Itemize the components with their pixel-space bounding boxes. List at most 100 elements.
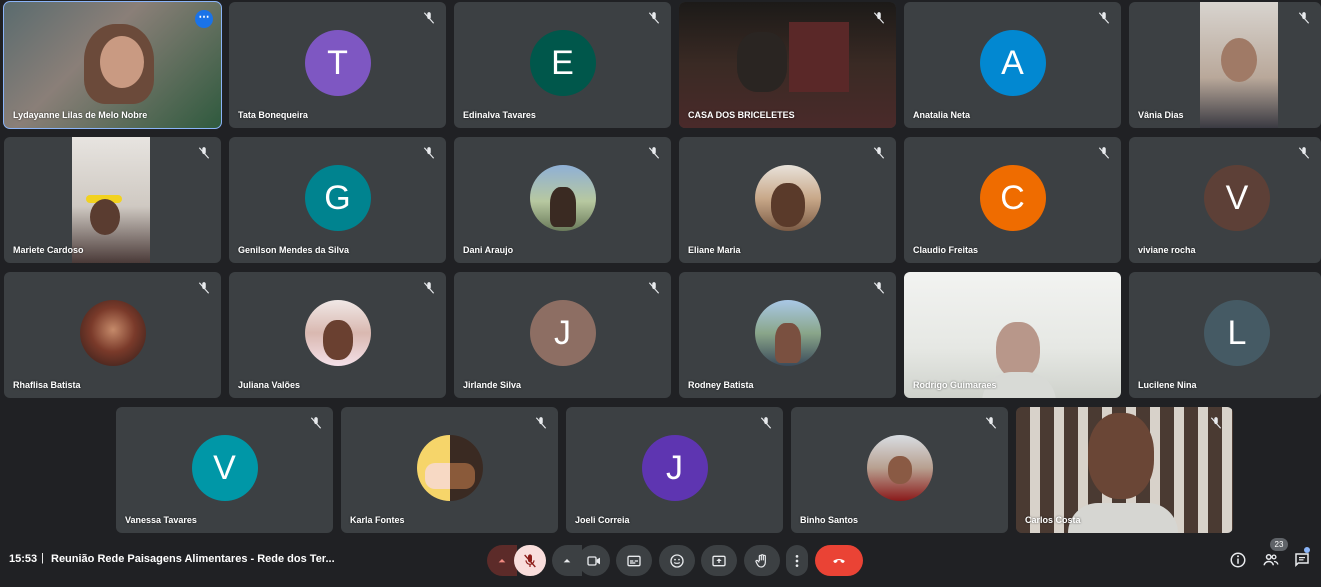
participant-face — [1221, 38, 1257, 82]
participant-tile[interactable]: Rodrigo Guimaraes — [904, 272, 1121, 398]
participant-avatar: C — [979, 165, 1046, 231]
participant-avatar: J — [641, 435, 708, 501]
participant-photo-avatar — [79, 300, 146, 366]
participant-body — [1068, 503, 1178, 533]
people-icon[interactable] — [1262, 551, 1280, 569]
participant-tile[interactable]: ⋯ Lydayanne Lilas de Melo Nobre — [3, 1, 222, 129]
participant-name: Rhaflisa Batista — [13, 380, 81, 390]
participant-face — [100, 36, 144, 88]
audio-options-button[interactable] — [487, 545, 517, 576]
participant-face — [996, 322, 1040, 378]
raise-hand-button[interactable] — [744, 545, 780, 576]
participant-photo-avatar — [529, 165, 596, 231]
camera-icon — [587, 555, 600, 566]
participant-name: Carlos Costa — [1025, 515, 1081, 525]
mic-off-icon — [1098, 12, 1110, 24]
participant-tile[interactable]: V Vanessa Tavares — [116, 407, 333, 533]
participant-photo-avatar — [754, 165, 821, 231]
participant-tile[interactable]: Juliana Valões — [229, 272, 446, 398]
participant-tile[interactable]: G Genilson Mendes da Silva — [229, 137, 446, 263]
participant-tile[interactable]: CASA DOS BRICELETES — [679, 2, 896, 128]
participant-tile[interactable]: Carlos Costa — [1016, 407, 1233, 533]
mic-off-icon — [423, 147, 435, 159]
participant-tile[interactable]: Binho Santos — [791, 407, 1008, 533]
hand-icon — [755, 553, 766, 568]
participant-tile[interactable]: E Edinalva Tavares — [454, 2, 671, 128]
present-screen-icon — [712, 555, 726, 566]
reactions-button[interactable] — [659, 545, 695, 576]
participant-name: Vânia Dias — [1138, 110, 1184, 120]
participant-name: viviane rocha — [1138, 245, 1196, 255]
participant-name: Claudio Freitas — [913, 245, 979, 255]
mic-toggle-button[interactable] — [514, 545, 546, 576]
participant-count-badge: 23 — [1270, 538, 1288, 551]
chevron-up-icon — [498, 558, 506, 562]
participant-name: Lucilene Nina — [1138, 380, 1197, 390]
participant-tile[interactable]: Rodney Batista — [679, 272, 896, 398]
meeting-clock: 15:53 — [9, 553, 38, 565]
photo-figure — [774, 323, 801, 363]
mic-off-icon — [198, 147, 210, 159]
participant-avatar: V — [191, 435, 258, 501]
title-separator: | — [41, 552, 44, 564]
background-object — [789, 22, 849, 92]
participant-name: Jirlande Silva — [463, 380, 522, 390]
participant-avatar: T — [304, 30, 371, 96]
participant-tile[interactable]: L Lucilene Nina — [1129, 272, 1321, 398]
participant-name: Edinalva Tavares — [463, 110, 536, 120]
participant-tile[interactable]: A Anatalia Neta — [904, 2, 1121, 128]
participant-name: Binho Santos — [800, 515, 858, 525]
cartoon-faces — [424, 463, 475, 489]
mic-off-icon — [1098, 147, 1110, 159]
mic-off-icon — [535, 417, 547, 429]
mic-off-icon — [873, 12, 885, 24]
mic-off-icon — [1210, 417, 1222, 429]
participant-name: Lydayanne Lilas de Melo Nobre — [13, 110, 148, 120]
meeting-info-icon[interactable] — [1229, 551, 1247, 569]
participant-photo-avatar — [416, 435, 483, 501]
more-options-button[interactable]: ⋯ — [195, 10, 213, 28]
participant-avatar: J — [529, 300, 596, 366]
participant-photo-avatar — [754, 300, 821, 366]
participant-tile[interactable]: V viviane rocha — [1129, 137, 1321, 263]
participant-face — [90, 199, 120, 235]
participant-photo-avatar — [304, 300, 371, 366]
participant-tile[interactable]: C Claudio Freitas — [904, 137, 1121, 263]
present-screen-button[interactable] — [701, 545, 737, 576]
participant-name: Mariete Cardoso — [13, 245, 84, 255]
participant-tile[interactable]: Eliane Maria — [679, 137, 896, 263]
participant-avatar: E — [529, 30, 596, 96]
captions-button[interactable] — [616, 545, 652, 576]
photo-figure — [549, 187, 576, 227]
participant-avatar: A — [979, 30, 1046, 96]
leave-call-button[interactable] — [815, 545, 863, 576]
participant-tile[interactable]: T Tata Bonequeira — [229, 2, 446, 128]
mic-off-icon — [648, 147, 660, 159]
participant-name: Karla Fontes — [350, 515, 405, 525]
photo-figure — [887, 456, 912, 484]
mic-off-icon — [648, 282, 660, 294]
participant-name: Dani Araujo — [463, 245, 514, 255]
chat-icon[interactable] — [1293, 551, 1311, 569]
participant-tile[interactable]: Karla Fontes — [341, 407, 558, 533]
participant-name: Eliane Maria — [688, 245, 741, 255]
mic-off-icon — [524, 553, 536, 567]
participant-avatar: L — [1204, 300, 1270, 366]
more-options-button[interactable] — [786, 545, 808, 576]
participant-tile[interactable]: Rhaflisa Batista — [4, 272, 221, 398]
mic-off-icon — [873, 147, 885, 159]
mic-off-icon — [760, 417, 772, 429]
participant-name: Anatalia Neta — [913, 110, 971, 120]
participant-tile[interactable]: J Joeli Correia — [566, 407, 783, 533]
participant-name: Genilson Mendes da Silva — [238, 245, 350, 255]
end-call-icon — [833, 558, 845, 563]
participant-silhouette — [737, 32, 787, 92]
participant-tile[interactable]: Dani Araujo — [454, 137, 671, 263]
participant-face — [1088, 413, 1154, 499]
meeting-control-bar: 15:53 | Reunião Rede Paisagens Alimentar… — [0, 538, 1321, 587]
participant-tile[interactable]: Vânia Dias — [1129, 2, 1321, 128]
participant-tile[interactable]: J Jirlande Silva — [454, 272, 671, 398]
camera-toggle-button[interactable] — [578, 545, 610, 576]
participant-tile[interactable]: Mariete Cardoso — [4, 137, 221, 263]
mic-off-icon — [1298, 12, 1310, 24]
